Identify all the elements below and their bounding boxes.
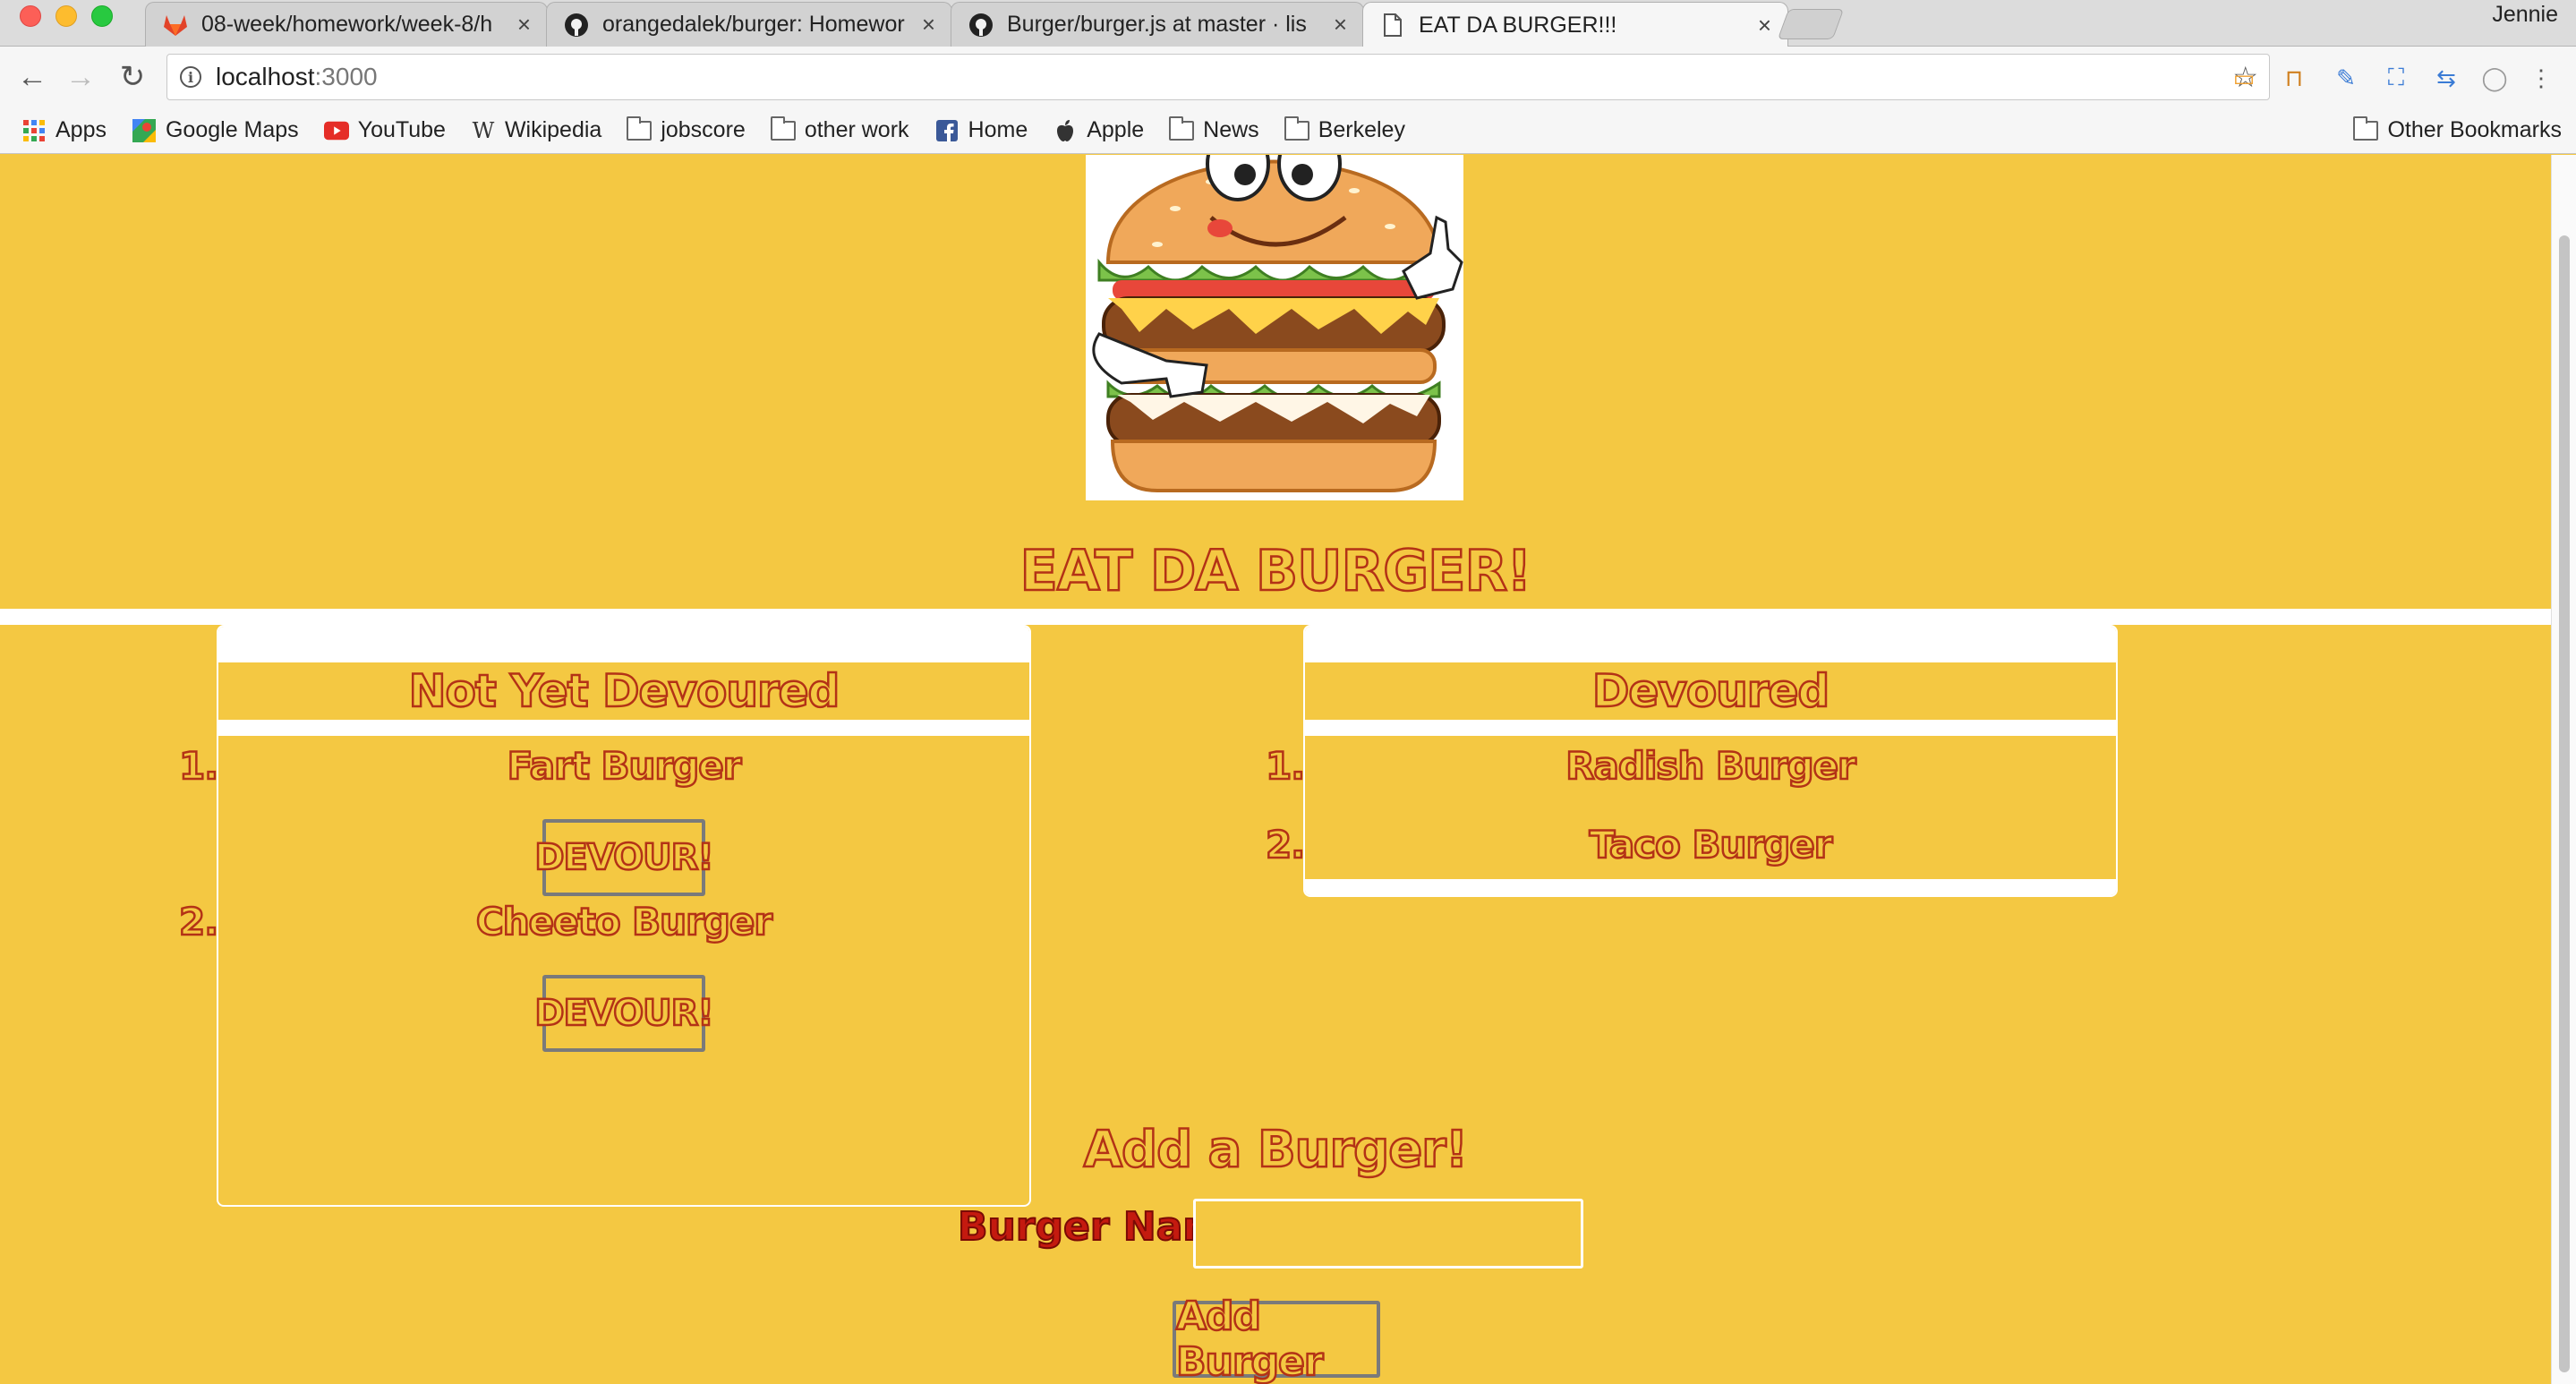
divider [0, 609, 2551, 625]
not-devoured-heading: Not Yet Devoured [407, 664, 840, 719]
profile-name[interactable]: Jennie [2492, 2, 2558, 28]
browser-tab-bar: 08-week/homework/week-8/h × orangedalek/… [0, 0, 2576, 47]
google-maps-icon [132, 118, 157, 142]
bookmark-wikipedia[interactable]: W Wikipedia [471, 117, 602, 143]
bookmark-youtube[interactable]: YouTube [323, 117, 446, 143]
bookmark-berkeley[interactable]: Berkeley [1284, 115, 1405, 143]
browser-toolbar: ← → ↻ i localhost:3000 ☆ ▭ ⊓ ✎ ⛶ ⇆ ◯ ⋮ [0, 47, 2576, 107]
youtube-icon [323, 120, 349, 141]
bookmark-other-work[interactable]: other work [770, 115, 909, 143]
bookmark-other-bookmarks[interactable]: Other Bookmarks [2353, 115, 2562, 143]
folder-icon [1169, 115, 1195, 141]
tab-title: 08-week/homework/week-8/h [201, 12, 493, 37]
address-bar[interactable]: i localhost:3000 ☆ [166, 54, 2270, 100]
browser-tab-active[interactable]: EAT DA BURGER!!! × [1362, 2, 1788, 47]
panel-footer [1305, 879, 2116, 895]
folder-icon [1284, 115, 1309, 141]
bookmark-apple[interactable]: Apple [1053, 117, 1144, 143]
folder-icon [2353, 115, 2379, 141]
list-item-number: 1. [1265, 743, 1307, 790]
extension-bus-icon[interactable]: ▭ [2229, 63, 2259, 93]
devoured-heading: Devoured [1591, 664, 1831, 719]
forward-arrow-icon[interactable]: → [63, 61, 98, 93]
minimize-window-button[interactable] [55, 5, 77, 27]
folder-icon [770, 115, 796, 141]
close-window-button[interactable] [20, 5, 41, 27]
panel-divider [218, 720, 1029, 736]
extension-screenshot-icon[interactable]: ⛶ [2381, 63, 2411, 93]
github-icon [563, 12, 590, 38]
maximize-window-button[interactable] [91, 5, 113, 27]
extension-ruler-icon[interactable]: ⊓ [2279, 63, 2309, 93]
panel-cap [218, 627, 1029, 662]
apple-icon [1053, 119, 1078, 141]
page-viewport: EAT DA BURGER! Not Yet Devoured 1. Fart … [0, 155, 2551, 1384]
address-url[interactable]: localhost:3000 [216, 63, 378, 91]
vertical-scrollbar[interactable] [2551, 155, 2576, 1384]
extension-eyedropper-icon[interactable]: ✎ [2331, 63, 2361, 93]
facebook-icon [934, 119, 960, 141]
wikipedia-icon: W [472, 117, 495, 143]
devour-button[interactable]: DEVOUR! [533, 975, 715, 1052]
bookmark-google-maps[interactable]: Google Maps [132, 117, 299, 143]
add-burger-heading: Add a Burger! [1082, 1120, 1469, 1181]
browser-tab-1[interactable]: 08-week/homework/week-8/h × [145, 2, 548, 47]
page-title: EAT DA BURGER! [1019, 537, 1533, 605]
bookmark-news[interactable]: News [1169, 115, 1259, 143]
browser-tab-2[interactable]: orangedalek/burger: Homewor × [546, 2, 952, 47]
list-item-number: 2. [1265, 822, 1307, 868]
devour-button[interactable]: DEVOUR! [533, 819, 715, 896]
back-arrow-icon[interactable]: ← [14, 61, 50, 93]
burger-name: Taco Burger [1588, 822, 1833, 868]
info-icon[interactable]: i [180, 66, 201, 88]
new-tab-button[interactable] [1777, 9, 1845, 39]
bookmark-apps[interactable]: Apps [21, 117, 107, 143]
apps-grid-icon [21, 119, 47, 141]
list-item-number: 1. [178, 743, 220, 790]
add-burger-button[interactable]: Add Burger [1173, 1293, 1380, 1384]
scrollbar-thumb[interactable] [2559, 235, 2570, 1372]
document-icon [1379, 12, 1406, 38]
github-icon [968, 12, 994, 38]
panel-divider [1305, 720, 2116, 736]
extension-arrows-icon[interactable]: ⇆ [2431, 63, 2461, 93]
burger-name: Cheeto Burger [475, 899, 774, 945]
close-tab-icon[interactable]: × [517, 11, 531, 38]
burger-name-input[interactable] [1193, 1199, 1583, 1269]
bookmark-home[interactable]: Home [934, 117, 1028, 143]
bookmark-jobscore[interactable]: jobscore [627, 115, 746, 143]
burger-name: Fart Burger [506, 743, 742, 790]
extension-circle-icon[interactable]: ◯ [2479, 63, 2510, 93]
gitlab-icon [162, 12, 189, 38]
folder-icon [627, 115, 653, 141]
tab-title: orangedalek/burger: Homewor [602, 12, 905, 37]
bookmarks-bar: Apps Google Maps YouTube W Wikipedia job… [0, 107, 2576, 154]
list-item-number: 2. [178, 899, 220, 945]
reload-icon[interactable]: ↻ [115, 61, 150, 93]
browser-tab-3[interactable]: Burger/burger.js at master · lis × [951, 2, 1364, 47]
burger-name: Radish Burger [1565, 743, 1857, 790]
tab-title: Burger/burger.js at master · lis [1007, 12, 1307, 37]
burger-mascot-image [1086, 155, 1463, 500]
menu-dots-icon[interactable]: ⋮ [2526, 63, 2556, 93]
tab-title: EAT DA BURGER!!! [1419, 12, 1617, 38]
close-tab-icon[interactable]: × [922, 11, 935, 38]
panel-cap [1305, 627, 2116, 662]
close-tab-icon[interactable]: × [1334, 11, 1347, 38]
close-tab-icon[interactable]: × [1758, 12, 1771, 39]
